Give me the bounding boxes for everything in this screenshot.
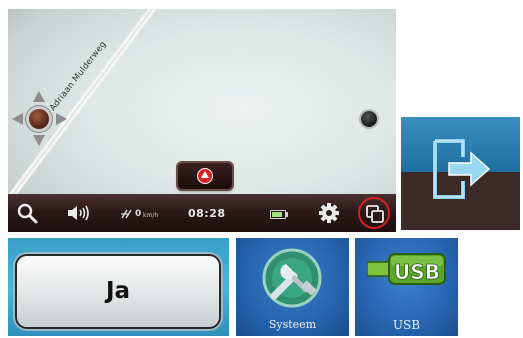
map-view[interactable]: Adriaan Mulderweg 0 km/h 08:28 bbox=[8, 9, 396, 232]
pan-up-arrow-icon[interactable] bbox=[33, 91, 45, 102]
search-icon[interactable] bbox=[16, 202, 38, 224]
map-pan-control[interactable] bbox=[12, 89, 68, 149]
systeem-icon bbox=[262, 248, 322, 308]
pan-center-knob[interactable] bbox=[29, 109, 49, 129]
confirm-yes-button[interactable]: Ja bbox=[17, 256, 219, 327]
windows-icon bbox=[366, 205, 384, 223]
speed-unit: km/h bbox=[143, 212, 159, 219]
usb-icon: USB bbox=[367, 253, 446, 285]
clock-time: 08:28 bbox=[188, 207, 226, 220]
gear-icon[interactable] bbox=[318, 202, 340, 224]
usb-icon-text: USB bbox=[394, 260, 440, 284]
bottom-toolbar: 0 km/h 08:28 bbox=[8, 194, 396, 232]
battery-icon bbox=[270, 210, 288, 219]
switch-windows-button[interactable] bbox=[358, 197, 390, 229]
volume-icon[interactable] bbox=[66, 204, 92, 222]
systeem-label: Systeem bbox=[268, 318, 317, 331]
exit-button[interactable] bbox=[401, 117, 520, 230]
systeem-menu-item[interactable]: Systeem bbox=[236, 238, 349, 336]
confirm-yes-label: Ja bbox=[105, 278, 131, 304]
confirm-dialog: Ja bbox=[8, 238, 229, 336]
recenter-button[interactable] bbox=[178, 163, 232, 189]
speed-value: 0 bbox=[135, 209, 142, 219]
north-arrow-icon bbox=[197, 168, 213, 184]
usb-menu-item[interactable]: USB USB bbox=[355, 238, 458, 336]
pan-right-arrow-icon[interactable] bbox=[56, 113, 67, 125]
pan-left-arrow-icon[interactable] bbox=[12, 113, 23, 125]
current-position-marker bbox=[361, 111, 377, 127]
pan-down-arrow-icon[interactable] bbox=[33, 135, 45, 146]
usb-label: USB bbox=[392, 318, 421, 332]
speed-icon bbox=[121, 209, 132, 219]
exit-icon bbox=[433, 139, 491, 199]
